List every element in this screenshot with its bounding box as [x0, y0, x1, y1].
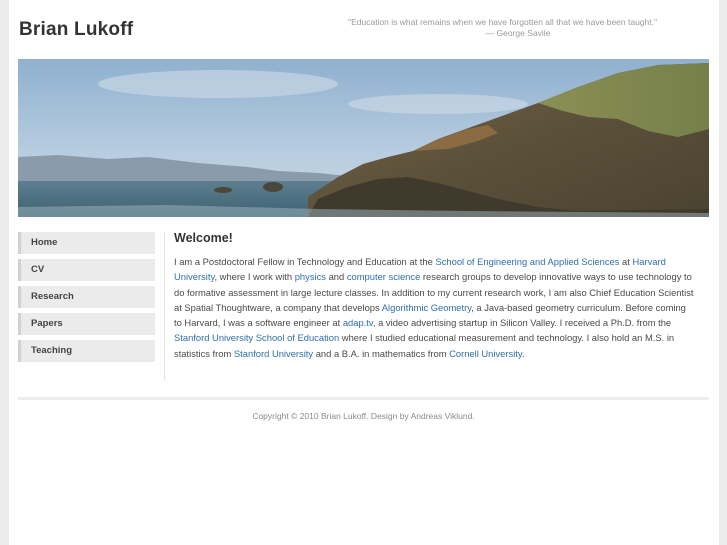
nav-item-cv[interactable]: CV — [18, 259, 155, 281]
sidebar-divider — [164, 232, 165, 380]
header-banner-image — [18, 59, 709, 217]
link-physics[interactable]: physics — [295, 271, 326, 282]
text: and a B.A. in mathematics from — [313, 347, 450, 359]
sidebar-nav: Home CV Research Papers Teaching — [18, 232, 155, 367]
welcome-paragraph: I am a Postdoctoral Fellow in Technology… — [174, 254, 696, 361]
link-algorithmic-geometry[interactable]: Algorithmic Geometry — [382, 302, 471, 313]
text: at — [619, 256, 633, 267]
link-computer-science[interactable]: computer science — [347, 271, 420, 282]
page: Brian Lukoff "Education is what remains … — [9, 0, 719, 545]
footer-copyright: Copyright © 2010 Brian Lukoff. Design by… — [252, 411, 475, 421]
link-stanford[interactable]: Stanford University — [234, 348, 313, 359]
link-stanford-education[interactable]: Stanford University School of Education — [174, 332, 339, 343]
link-adap-tv[interactable]: adap.tv — [343, 317, 373, 328]
nav-item-home[interactable]: Home — [18, 232, 155, 254]
text: , a video advertising startup in Silicon… — [372, 317, 672, 329]
header-quote: "Education is what remains when we have … — [309, 17, 657, 39]
site-title[interactable]: Brian Lukoff — [19, 19, 133, 41]
page-heading: Welcome! — [174, 231, 233, 245]
link-cornell[interactable]: Cornell University — [449, 348, 522, 359]
text: and — [325, 271, 347, 283]
link-seas[interactable]: School of Engineering and Applied Scienc… — [435, 256, 619, 267]
main-content: Welcome! I am a Postdoctoral Fellow in T… — [174, 231, 696, 361]
text: , where I work with — [214, 271, 295, 283]
quote-text: "Education is what remains when we have … — [348, 17, 657, 27]
nav-item-papers[interactable]: Papers — [18, 313, 155, 335]
text: I am a Postdoctoral Fellow in Technology… — [174, 256, 436, 267]
nav-item-teaching[interactable]: Teaching — [18, 340, 155, 362]
footer-divider — [18, 397, 709, 400]
text: . — [521, 347, 525, 359]
quote-author: — George Savile — [485, 28, 551, 38]
nav-item-research[interactable]: Research — [18, 286, 155, 308]
